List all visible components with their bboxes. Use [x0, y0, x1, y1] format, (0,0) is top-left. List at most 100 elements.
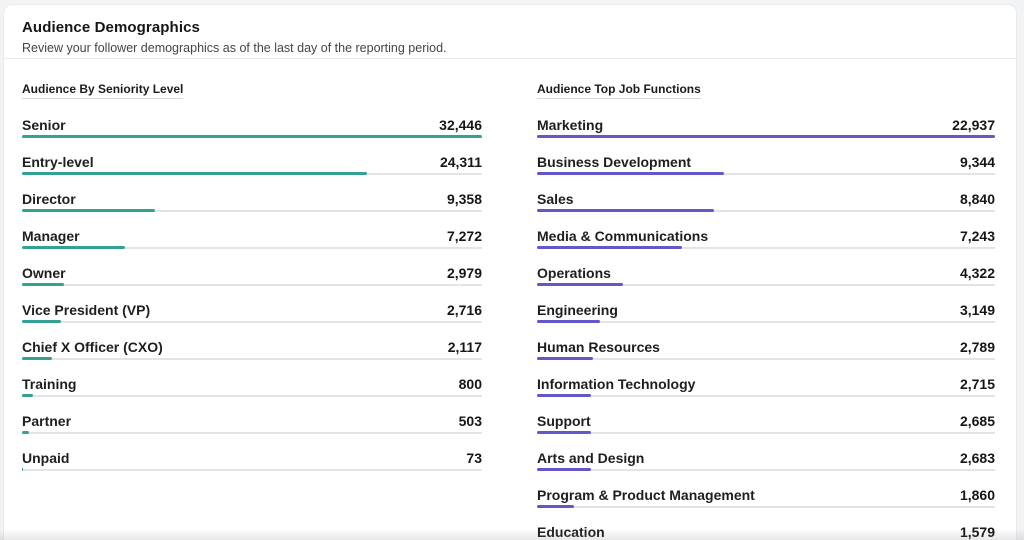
bar-label: Media & Communications: [537, 227, 708, 245]
bar-fill: [537, 505, 574, 508]
bar-track: [537, 394, 995, 397]
bar-row-header: Operations4,322: [537, 264, 995, 282]
bar-label: Manager: [22, 227, 80, 245]
bar-track: [22, 357, 482, 360]
bar-row-header: Chief X Officer (CXO) 2,117: [22, 338, 482, 356]
bar-fill: [537, 320, 600, 323]
bar-value: 2,683: [960, 449, 995, 467]
bar-label: Support: [537, 412, 591, 430]
bar-row: Program & Product Management 1,860: [537, 486, 995, 508]
bar-label: Senior: [22, 116, 66, 134]
bar-fill: [22, 357, 52, 360]
bar-row: Director9,358: [22, 190, 482, 212]
bar-track: [537, 357, 995, 360]
bar-track: [537, 431, 995, 434]
bar-fill: [22, 431, 29, 434]
bar-row-header: Engineering 3,149: [537, 301, 995, 319]
section-title-seniority[interactable]: Audience By Seniority Level: [22, 82, 183, 99]
bar-value: 22,937: [952, 116, 995, 134]
bar-track: [537, 246, 995, 249]
bar-track: [537, 209, 995, 212]
bar-row-header: Program & Product Management 1,860: [537, 486, 995, 504]
bar-label: Human Resources: [537, 338, 660, 356]
bar-track: [537, 172, 995, 175]
bar-track: [537, 505, 995, 508]
seniority-level-section: Audience By Seniority Level Senior 32,446…: [22, 80, 482, 540]
bar-fill: [537, 209, 714, 212]
bar-fill: [22, 172, 367, 175]
bar-row-header: Vice President (VP) 2,716: [22, 301, 482, 319]
bar-fill: [537, 468, 591, 471]
bar-fill: [537, 246, 682, 249]
bar-row-header: Unpaid73: [22, 449, 482, 467]
bar-track: [537, 135, 995, 138]
bar-row: Education1,579: [537, 523, 995, 540]
bar-label: Unpaid: [22, 449, 69, 467]
bar-row-header: Partner503: [22, 412, 482, 430]
bar-value: 1,860: [960, 486, 995, 504]
bar-value: 503: [459, 412, 482, 430]
bar-row: Chief X Officer (CXO) 2,117: [22, 338, 482, 360]
bar-value: 800: [459, 375, 482, 393]
bar-track: [22, 431, 482, 434]
bar-label: Owner: [22, 264, 66, 282]
bar-row: Marketing 22,937: [537, 116, 995, 138]
bar-row: Senior 32,446: [22, 116, 482, 138]
bar-row: Entry-level24,311: [22, 153, 482, 175]
bar-fill: [537, 357, 593, 360]
bar-value: 7,243: [960, 227, 995, 245]
bar-row: Arts and Design2,683: [537, 449, 995, 471]
bar-row: Unpaid73: [22, 449, 482, 471]
bar-value: 2,979: [447, 264, 482, 282]
bar-label: Vice President (VP): [22, 301, 150, 319]
bar-value: 8,840: [960, 190, 995, 208]
audience-demographics-card: Audience Demographics Review your follow…: [4, 5, 1016, 540]
bar-label: Training: [22, 375, 76, 393]
bar-row-header: Director9,358: [22, 190, 482, 208]
bar-row: Manager7,272: [22, 227, 482, 249]
section-title-job-functions[interactable]: Audience Top Job Functions: [537, 82, 701, 99]
bar-row-header: Marketing 22,937: [537, 116, 995, 134]
bar-fill: [22, 283, 64, 286]
bar-fill: [537, 394, 591, 397]
bar-row-header: Education1,579: [537, 523, 995, 540]
bar-row: Business Development 9,344: [537, 153, 995, 175]
bar-row-header: Information Technology2,715: [537, 375, 995, 393]
bar-row: Vice President (VP) 2,716: [22, 301, 482, 323]
page-subtitle: Review your follower demographics as of …: [22, 40, 998, 56]
bar-label: Marketing: [537, 116, 603, 134]
bar-value: 32,446: [439, 116, 482, 134]
bar-value: 3,149: [960, 301, 995, 319]
bar-value: 2,117: [448, 338, 482, 356]
bar-value: 1,579: [960, 523, 995, 540]
bar-track: [537, 283, 995, 286]
bar-row-header: Training 800: [22, 375, 482, 393]
card-header: Audience Demographics Review your follow…: [4, 5, 1016, 59]
bar-fill: [537, 431, 591, 434]
bar-row-header: Manager7,272: [22, 227, 482, 245]
bar-label: Chief X Officer (CXO): [22, 338, 163, 356]
bar-row-header: Owner 2,979: [22, 264, 482, 282]
bar-track: [537, 468, 995, 471]
bar-fill: [22, 394, 33, 397]
bar-fill: [22, 320, 61, 323]
columns-container: Audience By Seniority Level Senior 32,446…: [4, 59, 1016, 540]
bar-label: Engineering: [537, 301, 618, 319]
bar-value: 2,716: [447, 301, 482, 319]
bar-row-header: Support2,685: [537, 412, 995, 430]
bar-fill: [22, 209, 155, 212]
bar-track: [22, 320, 482, 323]
bar-value: 9,344: [960, 153, 995, 171]
bar-track: [22, 209, 482, 212]
bar-label: Program & Product Management: [537, 486, 755, 504]
bar-fill: [537, 135, 995, 138]
bar-value: 2,715: [960, 375, 995, 393]
bar-label: Sales: [537, 190, 574, 208]
bar-label: Business Development: [537, 153, 691, 171]
bar-track: [22, 172, 482, 175]
bar-fill: [22, 135, 482, 138]
bar-row: Sales 8,840: [537, 190, 995, 212]
bar-fill: [537, 172, 724, 175]
bar-label: Director: [22, 190, 76, 208]
bar-row: Engineering 3,149: [537, 301, 995, 323]
